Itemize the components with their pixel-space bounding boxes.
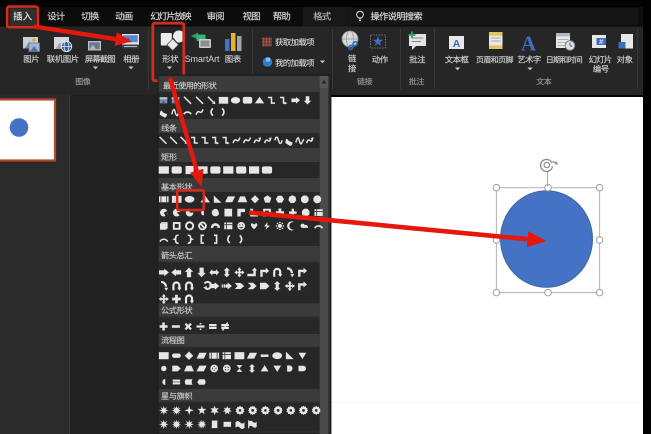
svg-text:A: A	[453, 38, 461, 50]
svg-text:SmartArt: SmartArt	[185, 54, 220, 64]
svg-text:A: A	[521, 32, 537, 56]
